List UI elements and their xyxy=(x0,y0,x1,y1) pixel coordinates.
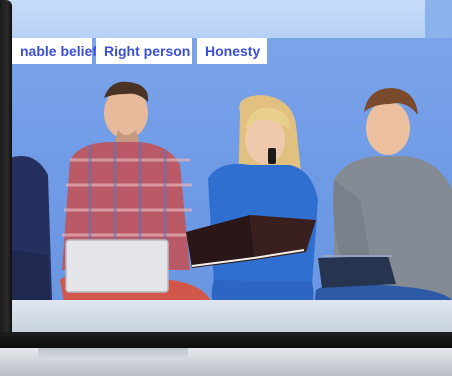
laptop-screen: nable belief Right person Honesty xyxy=(0,0,452,332)
bench xyxy=(0,300,452,332)
tag-honesty: Honesty xyxy=(197,38,267,64)
tag-right-person: Right person xyxy=(96,38,192,64)
laptop-bezel-bottom xyxy=(0,332,452,348)
person-man-laptop xyxy=(60,81,210,325)
laptop-bezel-left xyxy=(0,0,12,332)
laptop-hinge-notch xyxy=(38,348,188,360)
person-left-partial xyxy=(10,156,52,305)
person-woman-phone xyxy=(186,95,318,325)
person-man-clipboard xyxy=(312,88,452,325)
tag-belief: nable belief xyxy=(12,38,97,64)
